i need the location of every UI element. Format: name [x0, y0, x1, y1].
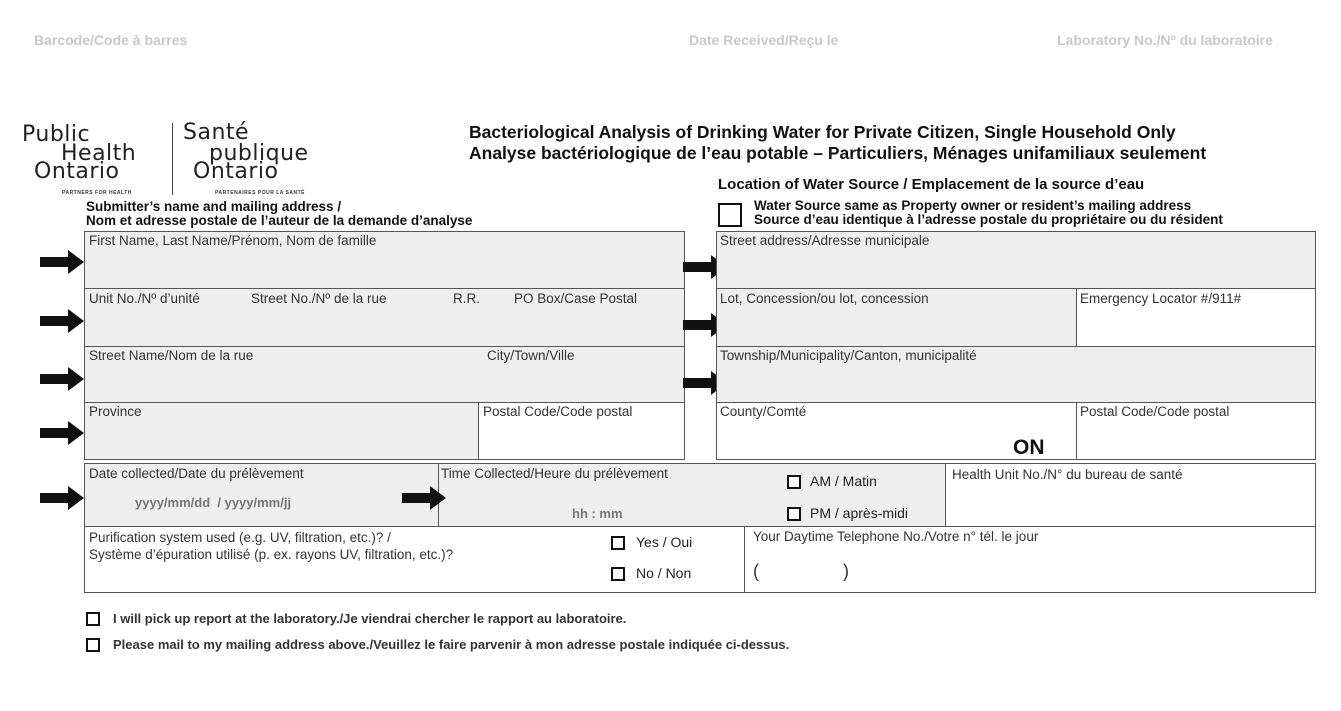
form-title-fr: Analyse bactériologique de l’eau potable… — [469, 143, 1207, 163]
submitter-name-cell: First Name, Last Name/Prénom, Nom de fam… — [84, 231, 685, 289]
barcode-label: Barcode/Code à barres — [34, 32, 188, 48]
purification-yes-label: Yes / Oui — [636, 534, 693, 550]
arrow-right-icon — [40, 309, 84, 333]
mail-report-checkbox[interactable] — [86, 638, 100, 652]
same-address-label-en: Water Source same as Property owner or r… — [754, 198, 1192, 213]
water-postal-input[interactable] — [1081, 423, 1311, 457]
water-postal-label: Postal Code/Code postal — [1080, 404, 1230, 419]
purification-yes-checkbox[interactable] — [611, 536, 625, 550]
emergency-locator-input[interactable] — [1081, 309, 1311, 343]
street-number-label: Street No./Nº de la rue — [251, 291, 387, 306]
purification-no-checkbox[interactable] — [611, 567, 625, 581]
purification-cell: Purification system used (e.g. UV, filtr… — [84, 526, 745, 593]
time-collected-input[interactable] — [572, 503, 662, 523]
street-name-label: Street Name/Nom de la rue — [89, 348, 254, 363]
township-input[interactable] — [721, 367, 1311, 399]
township-label: Township/Municipality/Canton, municipali… — [720, 348, 977, 363]
phone-label: Your Daytime Telephone No./Votre n° tél.… — [753, 529, 1039, 544]
county-cell: County/Comté ON — [716, 402, 1077, 460]
submitter-unit-street-cell: Unit No./Nº d’unité Street No./Nº de la … — [84, 288, 685, 347]
submitter-name-input[interactable] — [89, 252, 679, 286]
phone-area-code-input[interactable] — [765, 561, 841, 583]
phone-number-input[interactable] — [859, 561, 1299, 583]
submitter-street-city-cell: Street Name/Nom de la rue City/Town/Vill… — [84, 346, 685, 403]
pickup-report-label: I will pick up report at the laboratory.… — [113, 611, 627, 626]
submitter-postal-label: Postal Code/Code postal — [483, 404, 633, 419]
same-address-label-fr: Source d’eau identique à l’adresse posta… — [754, 212, 1223, 227]
county-input[interactable] — [721, 423, 1011, 457]
lab-number-label: Laboratory No./Nº du laboratoire — [1057, 32, 1273, 48]
water-source-heading: Location of Water Source / Emplacement d… — [718, 176, 1145, 193]
health-unit-label: Health Unit No./N° du bureau de santé — [952, 467, 1183, 482]
submitter-unit-street-input[interactable] — [89, 309, 679, 343]
arrow-right-icon — [40, 250, 84, 274]
water-street-cell: Street address/Adresse municipale — [716, 231, 1316, 289]
phone-area-open: ( — [753, 561, 759, 581]
lot-concession-label: Lot, Concession/ou lot, concession — [720, 291, 929, 306]
submitter-province-cell: Province — [84, 402, 479, 460]
form-title-en: Bacteriological Analysis of Drinking Wat… — [469, 122, 1176, 142]
arrow-right-icon — [402, 486, 446, 510]
date-collected-cell: Date collected/Date du prélèvement — [84, 463, 439, 527]
arrow-right-icon — [40, 421, 84, 445]
water-street-label: Street address/Adresse municipale — [720, 233, 930, 248]
am-label: AM / Matin — [810, 473, 877, 489]
submitter-street-city-input[interactable] — [89, 367, 679, 399]
mail-report-label: Please mail to my mailing address above.… — [113, 637, 790, 652]
logo-divider — [172, 123, 173, 195]
purification-question-fr: Système d’épuration utilisé (p. ex. rayo… — [89, 547, 454, 562]
phone-area-close: ) — [843, 561, 849, 581]
submitter-postal-cell: Postal Code/Code postal — [478, 402, 685, 460]
date-collected-input[interactable] — [135, 492, 425, 512]
submitter-heading-fr: Nom et adresse postale de l’auteur de la… — [86, 213, 473, 228]
water-street-input[interactable] — [721, 252, 1311, 286]
township-cell: Township/Municipality/Canton, municipali… — [716, 346, 1316, 403]
province-value: ON — [1013, 436, 1045, 459]
date-collected-label: Date collected/Date du prélèvement — [89, 466, 304, 481]
submitter-province-input[interactable] — [89, 423, 474, 457]
submitter-postal-input[interactable] — [483, 423, 679, 457]
time-collected-label: Time Collected/Heure du prélèvement — [441, 466, 668, 481]
county-label: County/Comté — [720, 404, 807, 419]
phone-cell: Your Daytime Telephone No./Votre n° tél.… — [744, 526, 1316, 593]
purification-question-en: Purification system used (e.g. UV, filtr… — [89, 530, 391, 545]
health-unit-input[interactable] — [952, 488, 1307, 522]
am-checkbox[interactable] — [787, 475, 801, 489]
water-lot-cell: Lot, Concession/ou lot, concession — [716, 288, 1077, 347]
submitter-name-label: First Name, Last Name/Prénom, Nom de fam… — [89, 233, 377, 248]
logo-fr-tagline: PARTENAIRES POUR LA SANTÉ — [215, 190, 306, 196]
po-box-label: PO Box/Case Postal — [514, 291, 638, 306]
water-postal-cell: Postal Code/Code postal — [1076, 402, 1316, 460]
pm-checkbox[interactable] — [787, 507, 801, 521]
emergency-locator-cell: Emergency Locator #/911# — [1076, 288, 1316, 347]
health-unit-cell: Health Unit No./N° du bureau de santé — [945, 463, 1316, 527]
logo-en-tagline: PARTNERS FOR HEALTH — [62, 190, 132, 196]
submitter-heading-en: Submitter’s name and mailing address / — [86, 199, 342, 214]
rural-route-label: R.R. — [453, 291, 480, 306]
city-label: City/Town/Ville — [487, 348, 575, 363]
purification-no-label: No / Non — [636, 565, 692, 581]
lot-concession-input[interactable] — [721, 309, 1071, 343]
emergency-locator-label: Emergency Locator #/911# — [1080, 291, 1242, 306]
pm-label: PM / après-midi — [810, 505, 909, 521]
logo-en-ontario: Ontario — [34, 159, 120, 184]
date-received-label: Date Received/Reçu le — [689, 32, 839, 48]
unit-number-label: Unit No./Nº d’unité — [89, 291, 200, 306]
same-address-checkbox[interactable] — [718, 203, 742, 227]
time-collected-cell: Time Collected/Heure du prélèvement AM /… — [438, 463, 946, 527]
province-label: Province — [89, 404, 142, 419]
arrow-right-icon — [40, 486, 84, 510]
arrow-right-icon — [40, 367, 84, 391]
logo-fr-ontario: Ontario — [193, 159, 279, 184]
pickup-report-checkbox[interactable] — [86, 612, 100, 626]
